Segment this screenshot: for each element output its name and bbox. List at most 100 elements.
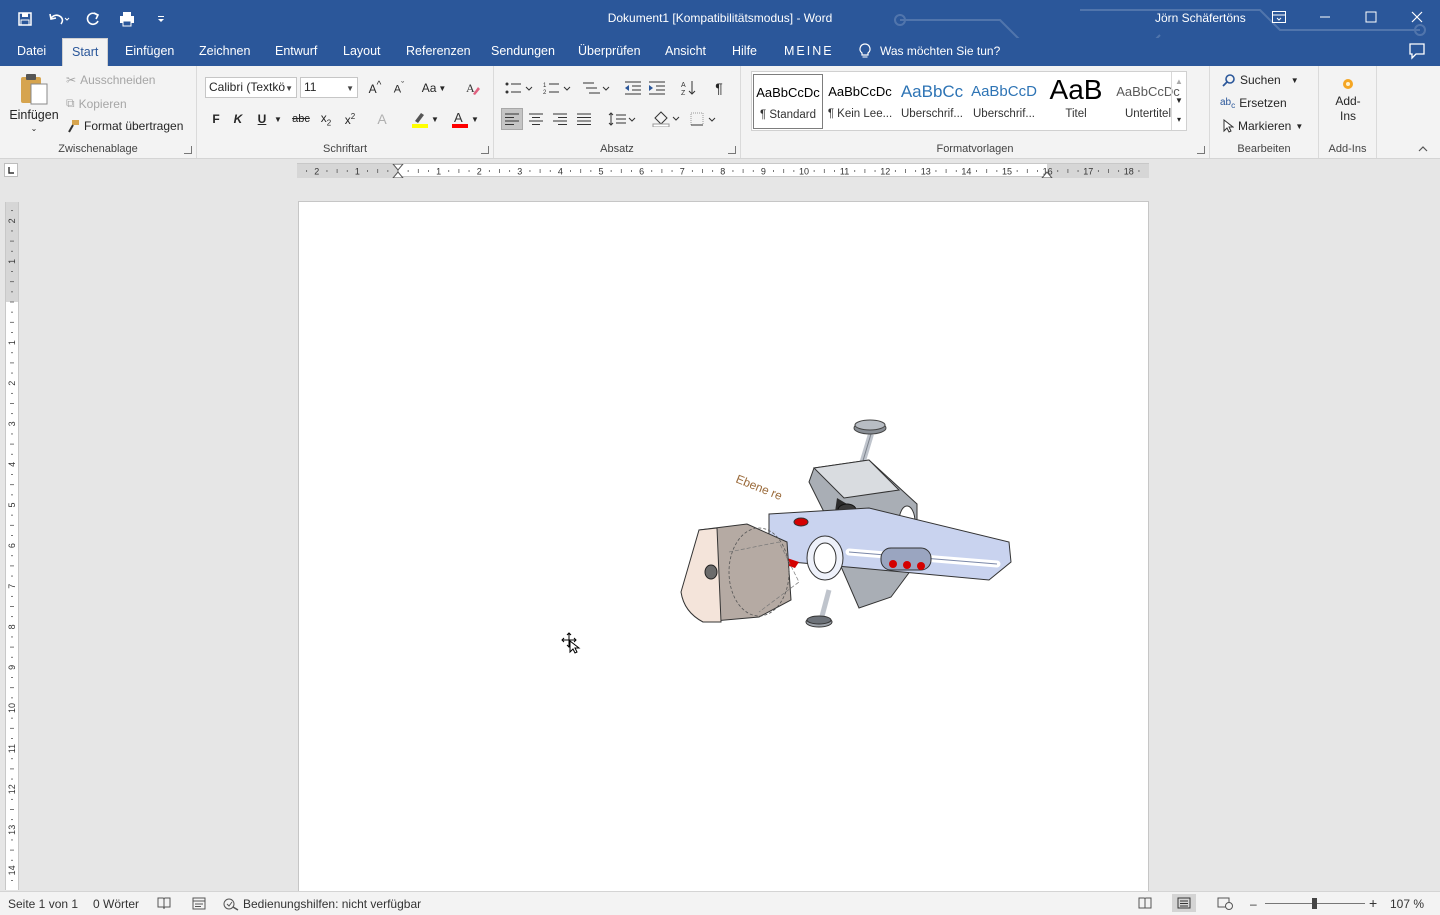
change-case-button[interactable]: Aa ▼ — [418, 77, 450, 99]
sort-button[interactable]: AZ — [678, 77, 700, 99]
replace-icon: abc — [1220, 96, 1236, 110]
tab-einfuegen[interactable]: Einfügen — [116, 38, 183, 66]
tab-ueberpruefen[interactable]: Überprüfen — [569, 38, 650, 66]
borders-button[interactable] — [687, 108, 721, 130]
track-changes-button[interactable] — [192, 897, 206, 910]
underline-options-button[interactable]: ▼ — [272, 108, 284, 130]
justify-button[interactable] — [573, 108, 595, 130]
tab-start[interactable]: Start — [62, 38, 109, 66]
styles-more-button[interactable]: ▾ — [1172, 110, 1186, 129]
ribbon-display-options-button[interactable] — [1256, 0, 1302, 34]
font-name-combo[interactable]: Calibri (Textkö ▼ — [205, 77, 297, 98]
ruler-label: 3 — [517, 167, 522, 177]
copy-button[interactable]: ⧉ Kopieren — [66, 96, 127, 111]
ruler-label: 2 — [314, 167, 319, 177]
print-layout-button[interactable] — [1172, 894, 1196, 912]
clipboard-dialog-launcher[interactable] — [184, 146, 192, 154]
styles-scroll-up-button[interactable]: ▲ — [1172, 72, 1186, 91]
show-formatting-button[interactable]: ¶ — [708, 77, 730, 99]
shrink-font-button[interactable]: Aˇ — [388, 77, 410, 99]
style-preview: AaB — [1049, 74, 1103, 105]
ruler-top-margin — [6, 202, 18, 302]
style-titel[interactable]: AaB Titel — [1041, 74, 1111, 129]
page-count[interactable]: Seite 1 von 1 — [8, 897, 78, 911]
style-ueberschrift-1[interactable]: AaBbCc Überschrif... — [897, 74, 967, 129]
tab-datei[interactable]: Datei — [8, 38, 55, 66]
copy-label: Kopieren — [78, 96, 127, 111]
font-color-options-button[interactable]: ▼ — [469, 108, 481, 130]
style-kein-leerraum[interactable]: AaBbCcDc ¶ Kein Lee... — [825, 74, 895, 129]
highlight-button[interactable] — [409, 108, 431, 130]
highlight-options-button[interactable]: ▼ — [429, 108, 441, 130]
tab-meine[interactable]: MEINE — [775, 38, 843, 66]
scissors-icon: ✂ — [66, 73, 77, 87]
tab-ansicht[interactable]: Ansicht — [656, 38, 715, 66]
user-name[interactable]: Jörn Schäfertöns — [1155, 11, 1246, 25]
maximize-button[interactable] — [1348, 0, 1394, 34]
comments-button[interactable] — [1408, 42, 1426, 63]
macro-icon — [192, 897, 206, 910]
grow-font-button[interactable]: A^ — [364, 77, 386, 99]
tab-layout[interactable]: Layout — [334, 38, 390, 66]
word-count[interactable]: 0 Wörter — [93, 897, 139, 911]
web-layout-button[interactable] — [1217, 897, 1233, 910]
superscript-button[interactable]: x2 — [339, 108, 361, 130]
find-button[interactable]: Suchen ▼ — [1222, 73, 1299, 87]
replace-button[interactable]: abc Ersetzen — [1220, 96, 1287, 110]
collapse-ribbon-button[interactable] — [1418, 142, 1428, 156]
style-standard[interactable]: AaBbCcDc ¶ Standard — [753, 74, 823, 129]
style-ueberschrift-2[interactable]: AaBbCcD Überschrif... — [969, 74, 1039, 129]
format-painter-button[interactable]: Format übertragen — [66, 119, 183, 133]
vertical-ruler[interactable]: 2 1 1 2 3 4 5 6 7 8 9 10 11 12 13 14 — [5, 202, 19, 890]
underline-button[interactable]: U — [251, 108, 273, 130]
tab-entwurf[interactable]: Entwurf — [266, 38, 326, 66]
line-spacing-button[interactable] — [605, 108, 639, 130]
minimize-button[interactable] — [1302, 0, 1348, 34]
decrease-indent-button[interactable] — [622, 77, 644, 99]
zoom-out-button[interactable]: – — [1250, 897, 1257, 911]
shading-button[interactable] — [649, 108, 683, 130]
styles-group-label: Formatvorlagen — [936, 143, 1014, 155]
tab-referenzen[interactable]: Referenzen — [397, 38, 480, 66]
tab-sendungen[interactable]: Sendungen — [482, 38, 564, 66]
multilevel-list-button[interactable] — [579, 77, 613, 99]
clear-formatting-button[interactable]: A — [462, 77, 484, 99]
tell-me-search[interactable]: Was möchten Sie tun? — [858, 43, 1000, 59]
select-button[interactable]: Markieren ▼ — [1222, 119, 1303, 133]
increase-indent-button[interactable] — [646, 77, 668, 99]
paste-button[interactable]: Einfügen ⌄ — [8, 72, 60, 133]
subscript-button[interactable]: x2 — [315, 108, 337, 130]
tab-hilfe[interactable]: Hilfe — [723, 38, 766, 66]
zoom-level[interactable]: 107 % — [1390, 897, 1424, 911]
bullets-button[interactable] — [502, 77, 536, 99]
paragraph-dialog-launcher[interactable] — [728, 146, 736, 154]
cad-figure[interactable]: Ebene re — [659, 412, 1019, 632]
numbering-button[interactable]: 12 — [540, 77, 574, 99]
cut-button[interactable]: ✂ Ausschneiden — [66, 73, 155, 87]
horizontal-ruler-scale: 2 1 1 2 3 4 5 6 7 8 9 10 11 12 13 14 15 16 17 18 — [297, 163, 1149, 179]
styles-dialog-launcher[interactable] — [1197, 146, 1205, 154]
addins-button[interactable]: Add-Ins — [1327, 78, 1369, 124]
font-name-value: Calibri (Textkö — [209, 80, 286, 94]
tab-zeichnen[interactable]: Zeichnen — [190, 38, 259, 66]
document-page[interactable]: Ebene re — [298, 201, 1149, 901]
zoom-slider-thumb[interactable] — [1312, 898, 1317, 909]
font-dialog-launcher[interactable] — [481, 146, 489, 154]
align-right-button[interactable] — [549, 108, 571, 130]
italic-button[interactable]: K — [227, 108, 249, 130]
font-color-button[interactable]: A — [449, 108, 471, 130]
text-effects-button[interactable]: A — [371, 108, 393, 130]
bold-button[interactable]: F — [205, 108, 227, 130]
horizontal-ruler[interactable]: 2 1 1 2 3 4 5 6 7 8 9 10 11 12 13 14 15 16 17 18 — [297, 163, 1149, 179]
strikethrough-button[interactable]: abc — [290, 108, 312, 130]
accessibility-status[interactable]: Bedienungshilfen: nicht verfügbar — [223, 897, 421, 911]
tab-selector-button[interactable] — [4, 163, 18, 177]
zoom-in-button[interactable]: + — [1369, 895, 1377, 911]
font-size-combo[interactable]: 11 ▼ — [300, 77, 358, 98]
close-button[interactable] — [1394, 0, 1440, 34]
align-left-button[interactable] — [501, 108, 523, 130]
read-mode-button[interactable] — [1138, 897, 1152, 909]
styles-scroll-down-button[interactable]: ▼ — [1172, 91, 1186, 110]
proofing-button[interactable] — [157, 897, 171, 910]
align-center-button[interactable] — [525, 108, 547, 130]
